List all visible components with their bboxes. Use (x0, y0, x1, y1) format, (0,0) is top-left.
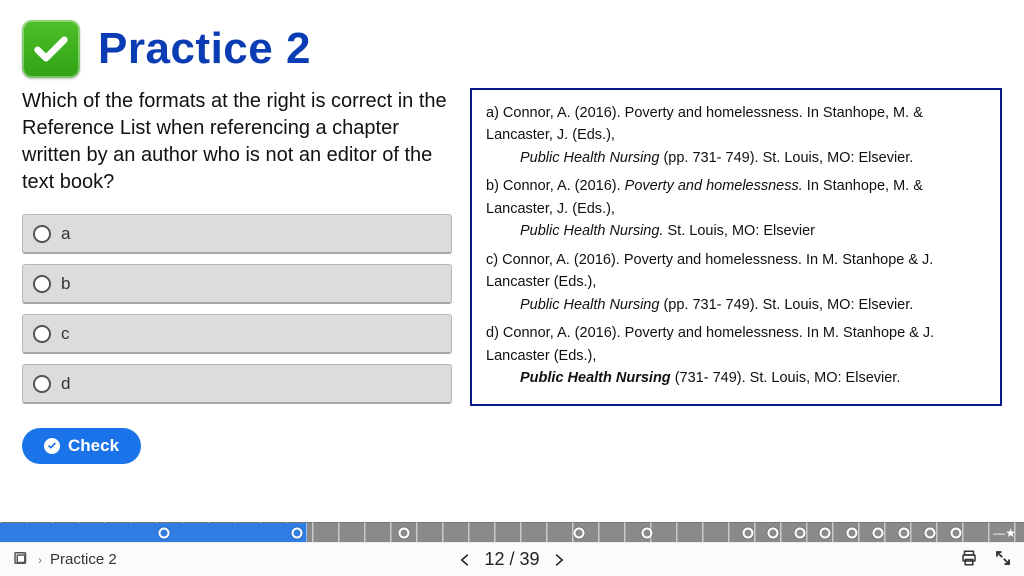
outline-icon[interactable] (12, 549, 30, 571)
progress-marker-icon[interactable] (872, 527, 883, 538)
radio-icon (33, 275, 51, 293)
check-button-label: Check (68, 436, 119, 456)
progress-marker-icon[interactable] (642, 527, 653, 538)
progress-marker-icon[interactable] (768, 527, 779, 538)
reference-box: a) Connor, A. (2016). Poverty and homele… (470, 88, 1002, 406)
page-title: Practice 2 (98, 24, 311, 74)
option-a[interactable]: a (22, 214, 452, 254)
option-d[interactable]: d (22, 364, 452, 404)
progress-marker-icon[interactable] (742, 527, 753, 538)
progress-marker-icon[interactable] (820, 527, 831, 538)
reference-item-b: b) Connor, A. (2016). Poverty and homele… (486, 175, 986, 242)
fullscreen-icon[interactable] (994, 549, 1012, 571)
progress-marker-icon[interactable] (158, 527, 169, 538)
check-circle-icon (44, 438, 60, 454)
option-c[interactable]: c (22, 314, 452, 354)
radio-icon (33, 225, 51, 243)
reference-item-a: a) Connor, A. (2016). Poverty and homele… (486, 102, 986, 169)
progress-filled (0, 523, 307, 542)
progress-marker-icon[interactable] (399, 527, 410, 538)
option-label: c (61, 324, 70, 344)
radio-icon (33, 375, 51, 393)
option-b[interactable]: b (22, 264, 452, 304)
progress-marker-icon[interactable] (951, 527, 962, 538)
option-label: a (61, 224, 70, 244)
progress-marker-icon[interactable] (794, 527, 805, 538)
breadcrumb: Practice 2 (50, 551, 117, 568)
progress-marker-icon[interactable] (924, 527, 935, 538)
checkmark-logo-icon (22, 20, 80, 78)
breadcrumb-sep-icon: › (38, 553, 42, 567)
print-icon[interactable] (960, 549, 978, 571)
radio-icon (33, 325, 51, 343)
next-button[interactable] (550, 551, 568, 569)
progress-marker-icon[interactable] (899, 527, 910, 538)
option-label: b (61, 274, 70, 294)
progress-end-icon: —★ (993, 526, 1016, 540)
check-button[interactable]: Check (22, 428, 141, 464)
reference-item-c: c) Connor, A. (2016). Poverty and homele… (486, 249, 986, 316)
option-label: d (61, 374, 70, 394)
prev-button[interactable] (456, 551, 474, 569)
reference-item-d: d) Connor, A. (2016). Poverty and homele… (486, 322, 986, 389)
progress-marker-icon[interactable] (573, 527, 584, 538)
progress-marker-icon[interactable] (291, 527, 302, 538)
question-text: Which of the formats at the right is cor… (22, 88, 452, 196)
progress-bar[interactable]: —★ (0, 522, 1024, 542)
progress-marker-icon[interactable] (846, 527, 857, 538)
page-counter: 12 / 39 (484, 549, 539, 570)
